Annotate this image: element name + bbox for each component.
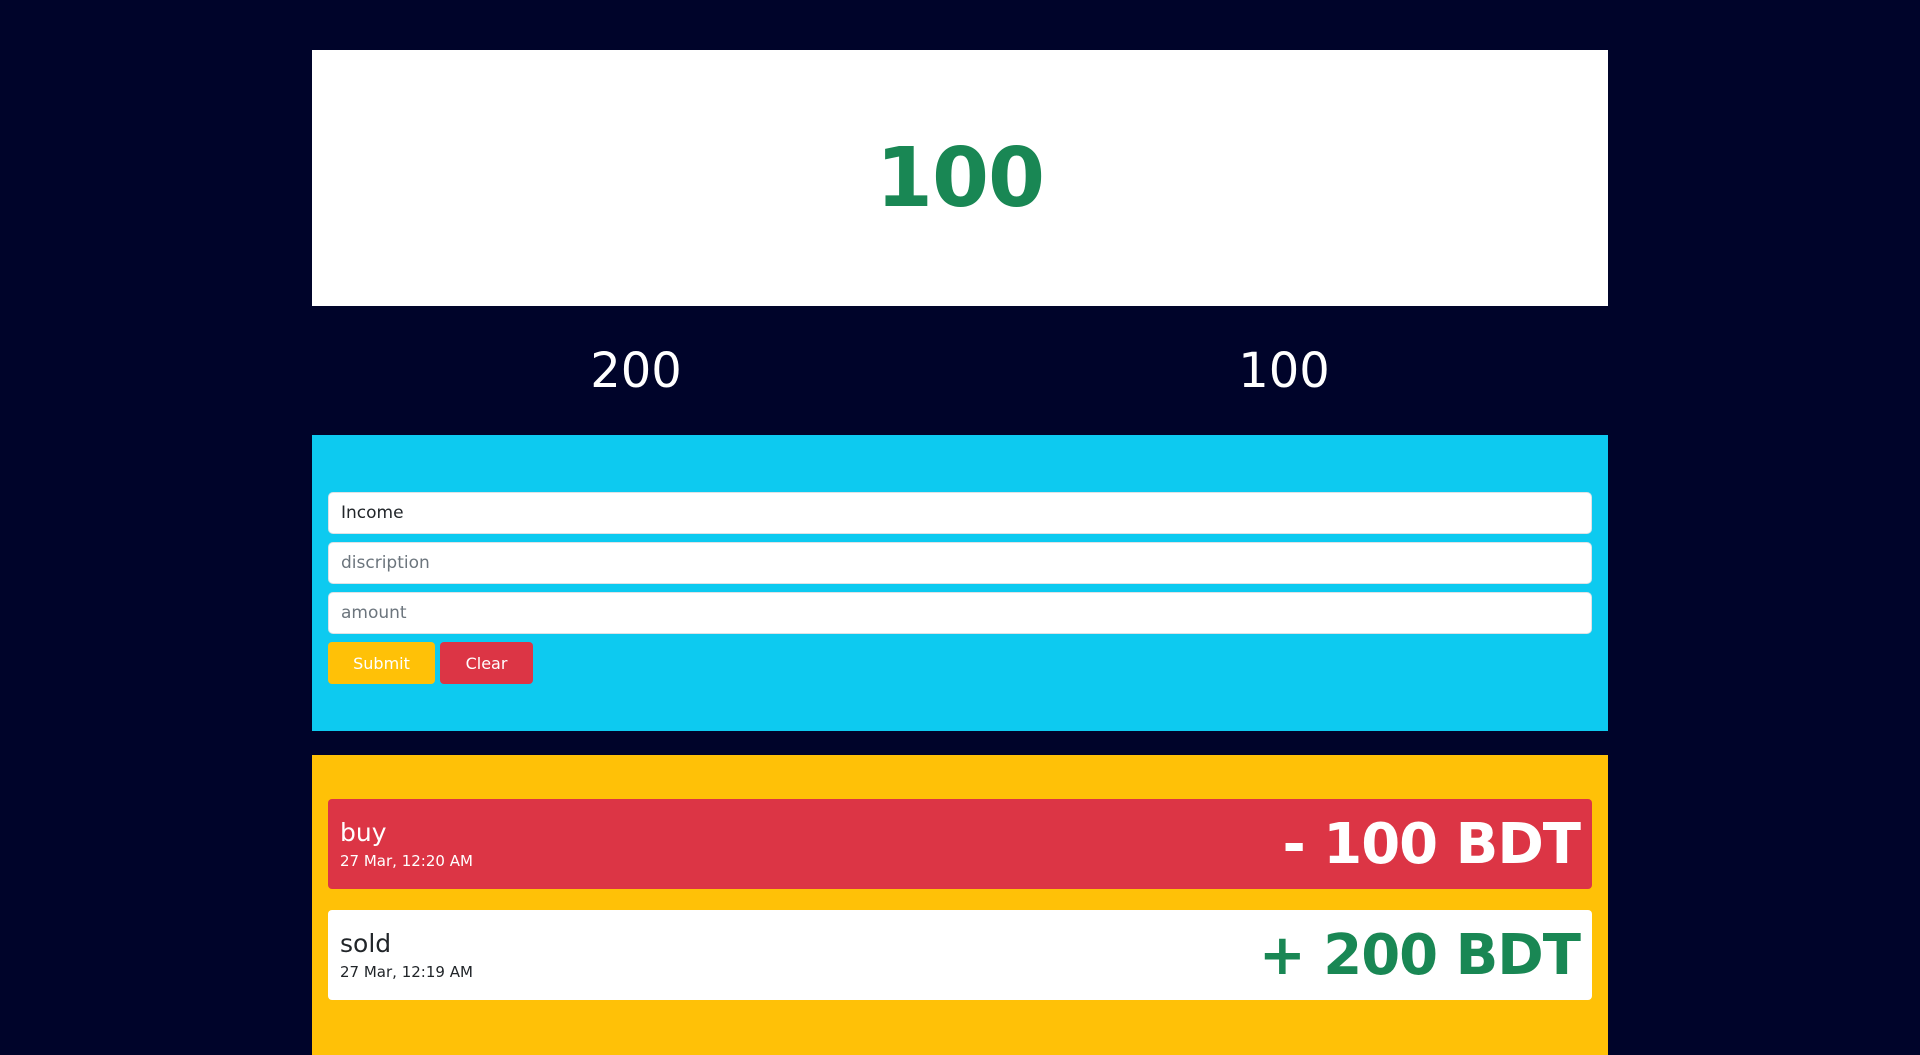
transaction-item-income[interactable]: sold 27 Mar, 12:19 AM + 200 BDT: [328, 910, 1592, 1000]
total-expense: 100: [1238, 342, 1330, 399]
clear-button[interactable]: Clear: [440, 642, 533, 684]
description-input[interactable]: [328, 542, 1592, 584]
transaction-description: buy: [340, 818, 387, 847]
transaction-info: buy 27 Mar, 12:20 AM: [340, 818, 473, 870]
transaction-history: buy 27 Mar, 12:20 AM - 100 BDT sold 27 M…: [312, 755, 1608, 1055]
balance-value: 100: [875, 130, 1045, 226]
type-select[interactable]: Income Expense: [328, 492, 1592, 534]
app-container: 100 200 100 Income Expense Submit Clear …: [312, 50, 1608, 1055]
transaction-date: 27 Mar, 12:19 AM: [340, 963, 473, 981]
transaction-amount: - 100 BDT: [1282, 811, 1581, 877]
balance-card: 100: [312, 50, 1608, 306]
transaction-amount: + 200 BDT: [1258, 922, 1581, 988]
transaction-item-expense[interactable]: buy 27 Mar, 12:20 AM - 100 BDT: [328, 799, 1592, 889]
transaction-info: sold 27 Mar, 12:19 AM: [340, 929, 473, 981]
transaction-date: 27 Mar, 12:20 AM: [340, 852, 473, 870]
transaction-description: sold: [340, 929, 392, 958]
amount-input[interactable]: [328, 592, 1592, 634]
total-income: 200: [590, 342, 682, 399]
form-buttons: Submit Clear: [328, 642, 1592, 684]
submit-button[interactable]: Submit: [328, 642, 435, 684]
summary-row: 200 100: [312, 306, 1608, 435]
transaction-form: Income Expense Submit Clear: [328, 435, 1592, 684]
transaction-form-panel: Income Expense Submit Clear: [312, 435, 1608, 731]
